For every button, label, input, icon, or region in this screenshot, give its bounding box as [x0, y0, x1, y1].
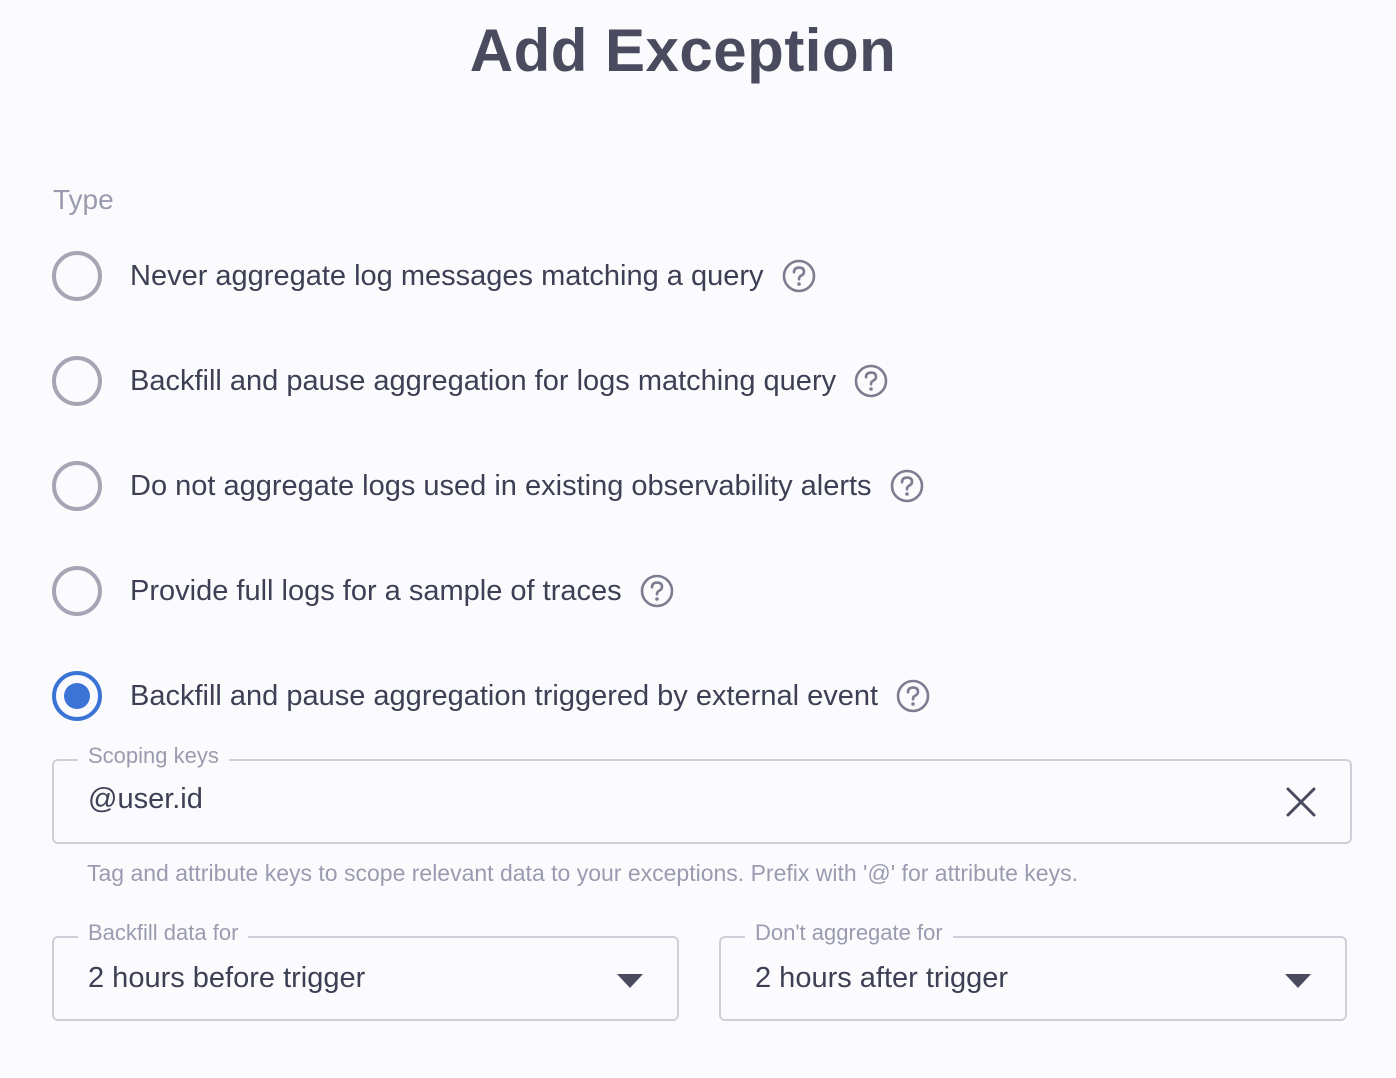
radio-label: Provide full logs for a sample of traces — [130, 574, 622, 607]
type-option-external-event[interactable]: Backfill and pause aggregation triggered… — [52, 671, 930, 721]
close-icon[interactable] — [1284, 785, 1318, 819]
type-option-never-aggregate[interactable]: Never aggregate log messages matching a … — [52, 251, 930, 301]
scoping-keys-label: Scoping keys — [78, 743, 229, 769]
dont-aggregate-select[interactable]: Don't aggregate for 2 hours after trigge… — [719, 920, 1347, 1021]
type-section-label: Type — [53, 184, 114, 215]
type-option-backfill-query[interactable]: Backfill and pause aggregation for logs … — [52, 356, 930, 406]
scoping-keys-value[interactable]: @user.id — [88, 783, 203, 816]
help-circle-icon[interactable] — [896, 679, 930, 713]
dont-aggregate-label: Don't aggregate for — [745, 920, 953, 946]
scoping-keys-field[interactable]: Scoping keys @user.id — [52, 743, 1352, 844]
radio-button[interactable] — [52, 566, 102, 616]
radio-selected-dot — [64, 683, 90, 709]
help-circle-icon[interactable] — [640, 574, 674, 608]
radio-label: Backfill and pause aggregation triggered… — [130, 679, 879, 712]
radio-label: Do not aggregate logs used in existing o… — [130, 469, 872, 502]
caret-down-icon — [1285, 974, 1311, 988]
scoping-keys-helper-text: Tag and attribute keys to scope relevant… — [87, 860, 1078, 886]
radio-label: Backfill and pause aggregation for logs … — [130, 364, 837, 397]
type-option-observability-alerts[interactable]: Do not aggregate logs used in existing o… — [52, 461, 930, 511]
radio-label: Never aggregate log messages matching a … — [130, 259, 764, 292]
help-circle-icon[interactable] — [890, 469, 924, 503]
caret-down-icon — [617, 974, 643, 988]
radio-button[interactable] — [52, 251, 102, 301]
dont-aggregate-value: 2 hours after trigger — [755, 962, 1009, 994]
radio-button[interactable] — [52, 356, 102, 406]
backfill-data-label: Backfill data for — [78, 920, 249, 946]
type-radio-group: Never aggregate log messages matching a … — [52, 251, 930, 776]
dialog-title: Add Exception — [469, 17, 897, 84]
type-option-trace-sample[interactable]: Provide full logs for a sample of traces — [52, 566, 930, 616]
radio-button[interactable] — [52, 461, 102, 511]
help-circle-icon[interactable] — [782, 259, 816, 293]
help-circle-icon[interactable] — [854, 364, 888, 398]
backfill-data-value: 2 hours before trigger — [88, 962, 366, 994]
backfill-data-select[interactable]: Backfill data for 2 hours before trigger — [52, 920, 679, 1021]
radio-button-selected[interactable] — [52, 671, 102, 721]
